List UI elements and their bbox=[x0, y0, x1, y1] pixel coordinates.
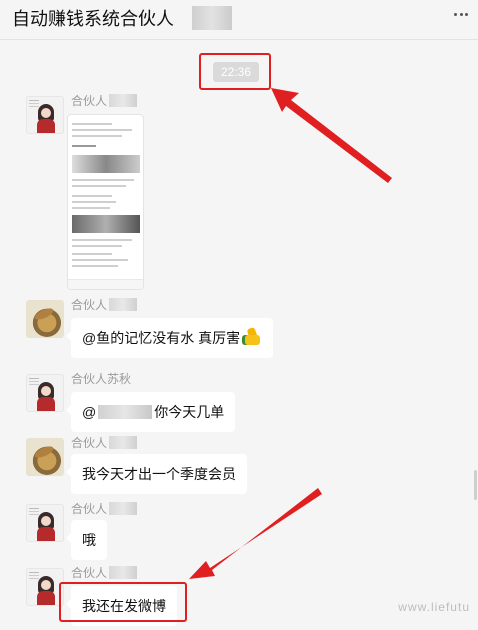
more-options-icon[interactable] bbox=[454, 13, 468, 17]
message-bubble[interactable]: @鱼的记忆没有水 真厉害 bbox=[65, 318, 274, 358]
arrow-2-shape bbox=[189, 488, 322, 579]
watermark: www.liefutu bbox=[398, 600, 470, 614]
image-message[interactable] bbox=[67, 114, 144, 290]
sender-name: 合伙人 bbox=[71, 436, 138, 450]
highlight-box-timestamp bbox=[199, 53, 271, 90]
title-redaction bbox=[192, 6, 232, 30]
message-text: @鱼的记忆没有水 真厉害 bbox=[82, 330, 241, 346]
thumbs-up-icon bbox=[242, 328, 262, 346]
message-bubble[interactable]: @ 你今天几单 bbox=[65, 392, 236, 432]
avatar[interactable] bbox=[26, 96, 64, 134]
sender-name: 合伙人 bbox=[71, 566, 138, 580]
highlight-box-last-message bbox=[59, 582, 187, 622]
sender-name: 合伙人 bbox=[71, 502, 138, 516]
avatar[interactable] bbox=[26, 374, 64, 412]
mention-redaction bbox=[98, 405, 153, 419]
message-bubble[interactable]: 哦 bbox=[66, 520, 107, 560]
scrollbar-thumb[interactable] bbox=[474, 470, 477, 500]
message-text: 你今天几单 bbox=[154, 404, 225, 420]
name-redaction bbox=[109, 94, 138, 107]
scrollbar[interactable] bbox=[472, 40, 478, 630]
chat-title: 自动赚钱系统合伙人 bbox=[12, 9, 174, 29]
name-redaction bbox=[109, 502, 138, 515]
name-redaction bbox=[109, 298, 138, 311]
name-redaction bbox=[109, 436, 138, 449]
arrow-1-shape bbox=[271, 88, 392, 183]
message-text-prefix: @ bbox=[82, 404, 97, 420]
name-redaction bbox=[109, 566, 138, 579]
avatar[interactable] bbox=[26, 438, 64, 476]
sender-name: 合伙人 bbox=[71, 94, 138, 108]
avatar[interactable] bbox=[26, 300, 64, 338]
sender-name: 合伙人 bbox=[71, 298, 138, 312]
chat-header: 自动赚钱系统合伙人 bbox=[0, 0, 478, 40]
message-bubble[interactable]: 我今天才出一个季度会员 bbox=[66, 454, 247, 494]
sender-name: 合伙人苏秋 bbox=[71, 372, 132, 386]
avatar[interactable] bbox=[26, 504, 64, 542]
